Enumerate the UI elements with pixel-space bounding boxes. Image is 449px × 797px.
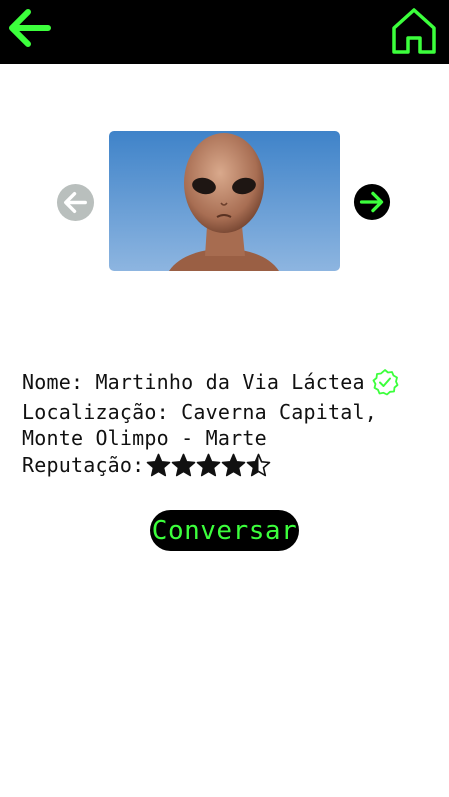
- home-button[interactable]: [390, 6, 438, 54]
- home-icon: [392, 8, 436, 54]
- star-half-icon: [247, 453, 271, 476]
- reputation-label: Reputação:: [22, 453, 145, 477]
- profile-location-line-1: Localização: Caverna Capital,: [22, 400, 377, 424]
- arrow-left-circle-icon: [56, 183, 95, 222]
- next-photo-button[interactable]: [353, 183, 391, 221]
- star-full-icon: [197, 453, 221, 476]
- previous-photo-button[interactable]: [56, 183, 95, 222]
- star-full-icon: [222, 453, 246, 476]
- arrow-left-icon: [9, 9, 51, 47]
- profile-location-line-2: Monte Olimpo - Marte: [22, 426, 267, 450]
- profile-reputation-row: Reputação:: [22, 452, 271, 478]
- top-bar: [0, 0, 449, 64]
- arrow-right-circle-icon: [353, 183, 391, 221]
- chat-button[interactable]: Conversar: [150, 510, 299, 551]
- star-full-icon: [147, 453, 171, 476]
- alien-photo: [109, 131, 340, 271]
- profile-name-row: Nome: Martinho da Via Láctea: [22, 368, 399, 396]
- back-button[interactable]: [4, 6, 52, 50]
- profile-name: Nome: Martinho da Via Láctea: [22, 370, 365, 394]
- reputation-stars: [146, 453, 271, 478]
- star-full-icon: [172, 453, 196, 476]
- profile-location: Localização: Caverna Capital, Monte Olim…: [22, 399, 422, 451]
- verified-badge-icon: [372, 369, 399, 396]
